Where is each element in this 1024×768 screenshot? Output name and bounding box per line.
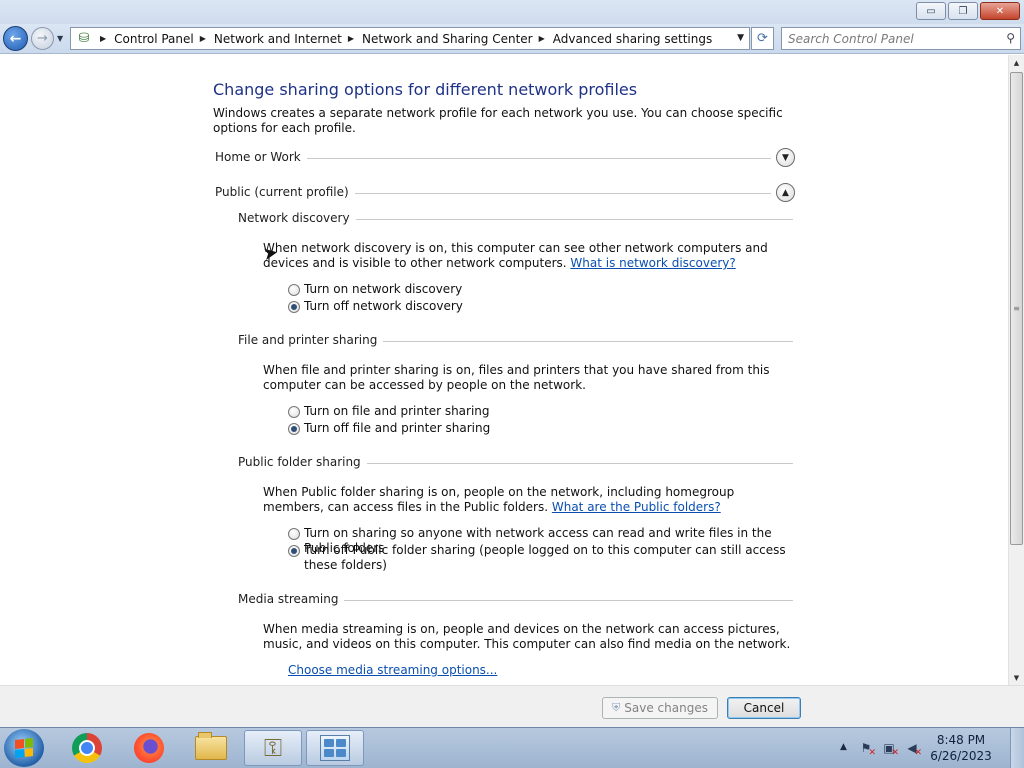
section-public-folder-sharing: Public folder sharing [238, 455, 793, 471]
breadcrumb-separator-icon[interactable]: ▶ [539, 34, 545, 43]
shield-icon: ⛨ [612, 701, 621, 714]
windows-logo-icon [15, 738, 33, 758]
show-desktop-button[interactable] [1010, 728, 1024, 768]
network-discovery-help-link[interactable]: What is network discovery? [570, 256, 735, 270]
radio-button[interactable] [288, 545, 300, 557]
minimize-button[interactable]: ▭ [916, 2, 946, 20]
file-printer-description: When file and printer sharing is on, fil… [263, 363, 770, 392]
breadcrumb-separator-icon[interactable]: ▶ [100, 34, 106, 43]
button-bar: ⛨ Save changes Cancel [0, 685, 1024, 727]
public-folder-description: When Public folder sharing is on, people… [263, 485, 793, 515]
taskbar-firefox[interactable] [120, 730, 178, 766]
taskbar-credential-manager[interactable]: ⚿ [244, 730, 302, 766]
clock-date: 6/26/2023 [930, 749, 992, 763]
clock-time: 8:48 PM [936, 733, 986, 747]
radio-turn-off-public-folder-sharing[interactable]: Turn off Public folder sharing (people l… [288, 543, 794, 573]
breadcrumb-separator-icon[interactable]: ▶ [348, 34, 354, 43]
section-file-and-printer-sharing: File and printer sharing [238, 333, 793, 349]
radio-button[interactable] [288, 423, 300, 435]
volume-muted-icon[interactable]: ◀ ✕ [904, 740, 922, 758]
section-title: Media streaming [238, 592, 345, 606]
radio-button[interactable] [288, 528, 300, 540]
window-controls: ▭ ❐ ✕ [916, 2, 1020, 20]
refresh-icon: ⟳ [757, 31, 768, 46]
profile-home-or-work[interactable]: Home or Work ▼ [215, 148, 795, 170]
cancel-button[interactable]: Cancel [727, 697, 801, 719]
section-title: Public folder sharing [238, 455, 367, 469]
maximize-button[interactable]: ❐ [948, 2, 978, 20]
show-hidden-icons-icon[interactable]: ▲ [840, 742, 847, 752]
radio-button[interactable] [288, 406, 300, 418]
profile-label: Home or Work [215, 150, 307, 164]
radio-button[interactable] [288, 284, 300, 296]
address-bar[interactable]: ⛁ ▶ Control Panel ▶ Network and Internet… [70, 27, 750, 50]
scroll-down-icon[interactable]: ▼ [1009, 670, 1024, 685]
chevron-down-icon[interactable]: ▼ [776, 148, 795, 167]
network-status-icon[interactable]: ▣ ✕ [881, 740, 899, 758]
breadcrumb-separator-icon[interactable]: ▶ [200, 34, 206, 43]
radio-label[interactable]: Turn off network discovery [304, 299, 794, 314]
title-bar: ▭ ❐ ✕ [0, 0, 1024, 24]
taskbar-file-explorer[interactable] [182, 730, 240, 766]
radio-turn-on-file-printer-sharing[interactable]: Turn on file and printer sharing [288, 404, 794, 419]
breadcrumb-network-and-sharing-center[interactable]: Network and Sharing Center [362, 32, 533, 46]
radio-turn-off-network-discovery[interactable]: Turn off network discovery [288, 299, 794, 314]
radio-label[interactable]: Turn off file and printer sharing [304, 421, 794, 436]
save-changes-label: Save changes [624, 701, 708, 715]
page-description: Windows creates a separate network profi… [213, 106, 783, 135]
public-folders-help-link[interactable]: What are the Public folders? [552, 500, 721, 514]
refresh-button[interactable]: ⟳ [751, 27, 774, 50]
taskbar-chrome[interactable] [58, 730, 116, 766]
media-streaming-options-link[interactable]: Choose media streaming options... [288, 663, 497, 677]
profile-public[interactable]: Public (current profile) ▲ [215, 183, 795, 205]
media-streaming-description: When media streaming is on, people and d… [263, 622, 791, 651]
control-panel-icon [320, 735, 350, 761]
keys-icon: ⚿ [263, 734, 283, 762]
taskbar: ⚿ ▲ ⚑ ✕ ▣ ✕ ◀ ✕ 8:48 PM 6/26/2023 [0, 727, 1024, 768]
action-center-flag-icon[interactable]: ⚑ ✕ [858, 740, 876, 758]
scroll-up-icon[interactable]: ▲ [1009, 55, 1024, 70]
search-icon[interactable]: ⚲ [1006, 31, 1015, 45]
section-media-streaming: Media streaming [238, 592, 793, 608]
settings-content: Change sharing options for different net… [0, 55, 1008, 685]
address-dropdown-icon[interactable]: ▼ [737, 33, 744, 43]
taskbar-control-panel[interactable] [306, 730, 364, 766]
chrome-icon [72, 733, 102, 763]
start-button[interactable] [4, 729, 44, 767]
breadcrumb-advanced-sharing-settings[interactable]: Advanced sharing settings [553, 32, 712, 46]
system-tray: ▲ ⚑ ✕ ▣ ✕ ◀ ✕ 8:48 PM 6/26/2023 [834, 728, 1024, 768]
section-network-discovery: Network discovery [238, 211, 793, 227]
clock[interactable]: 8:48 PM 6/26/2023 [926, 732, 996, 764]
save-changes-button[interactable]: ⛨ Save changes [602, 697, 718, 719]
close-button[interactable]: ✕ [980, 2, 1020, 20]
chevron-up-icon[interactable]: ▲ [776, 183, 795, 202]
recent-pages-dropdown-icon[interactable]: ▼ [57, 34, 63, 43]
radio-turn-on-network-discovery[interactable]: Turn on network discovery [288, 282, 794, 297]
scrollbar-thumb[interactable]: ≡ [1010, 72, 1023, 545]
radio-label[interactable]: Turn on file and printer sharing [304, 404, 794, 419]
search-box[interactable]: ⚲ [781, 27, 1021, 50]
breadcrumb-control-panel[interactable]: Control Panel [114, 32, 194, 46]
radio-label[interactable]: Turn on network discovery [304, 282, 794, 297]
radio-label[interactable]: Turn off Public folder sharing (people l… [304, 543, 794, 573]
firefox-icon [134, 733, 164, 763]
radio-turn-off-file-printer-sharing[interactable]: Turn off file and printer sharing [288, 421, 794, 436]
folder-icon [195, 732, 227, 760]
network-icon: ⛁ [78, 31, 90, 46]
back-button[interactable]: ← [3, 26, 28, 51]
vertical-scrollbar[interactable]: ▲ ≡ ▼ [1008, 55, 1024, 685]
forward-button[interactable]: → [31, 27, 54, 50]
section-title: File and printer sharing [238, 333, 384, 347]
radio-button[interactable] [288, 301, 300, 313]
section-title: Network discovery [238, 211, 356, 225]
breadcrumb-network-and-internet[interactable]: Network and Internet [214, 32, 342, 46]
search-input[interactable] [788, 28, 998, 49]
profile-label: Public (current profile) [215, 185, 355, 199]
page-title: Change sharing options for different net… [213, 80, 638, 99]
network-discovery-description: When network discovery is on, this compu… [263, 241, 793, 271]
navigation-bar: ← → ▼ ⛁ ▶ Control Panel ▶ Network and In… [0, 24, 1024, 54]
media-streaming-options-row: Choose media streaming options... [288, 663, 818, 678]
